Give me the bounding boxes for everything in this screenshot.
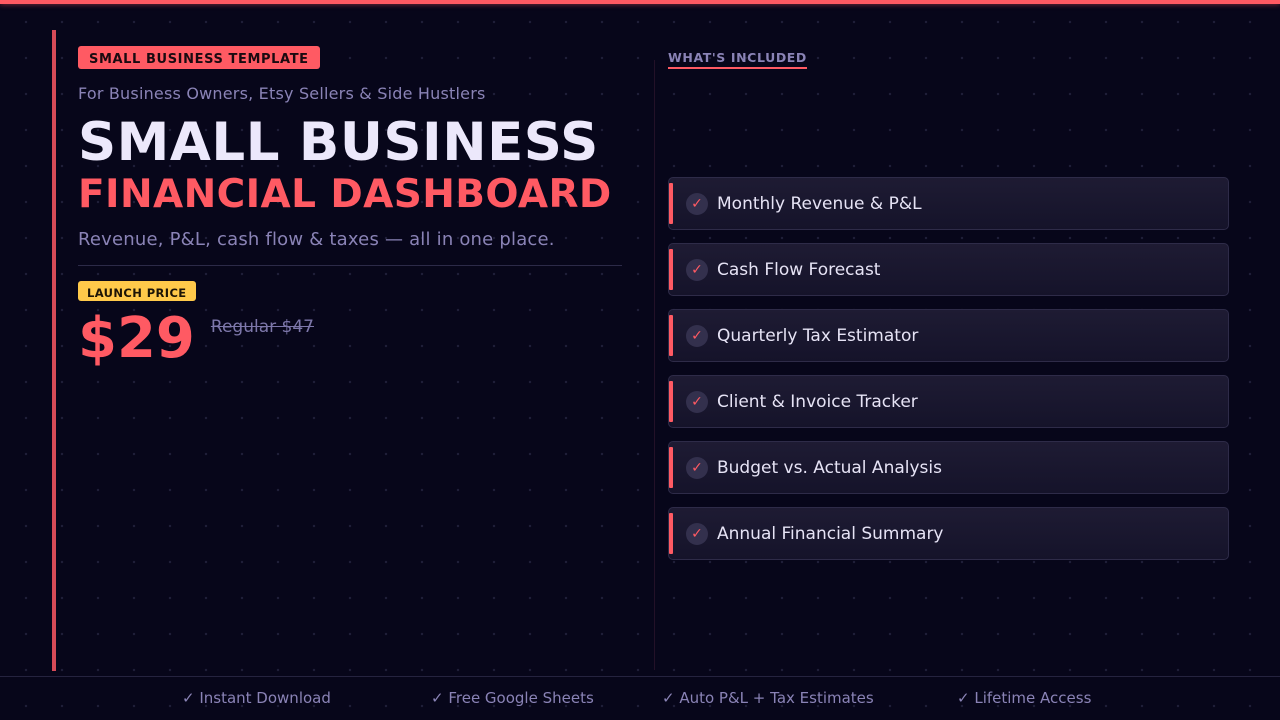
regular-price: Regular $47 bbox=[210, 317, 314, 337]
check-icon: ✓ bbox=[686, 325, 708, 347]
check-icon: ✓ bbox=[686, 193, 708, 215]
feature-list: ✓ Monthly Revenue & P&L ✓ Cash Flow Fore… bbox=[668, 177, 1229, 573]
whats-included-label: WHAT'S INCLUDED bbox=[668, 50, 807, 69]
feature-label: Budget vs. Actual Analysis bbox=[717, 458, 942, 478]
feature-accent-bar bbox=[669, 183, 673, 224]
feature-label: Cash Flow Forecast bbox=[717, 260, 881, 280]
feature-item: ✓ Quarterly Tax Estimator bbox=[668, 309, 1229, 362]
feature-accent-bar bbox=[669, 447, 673, 488]
feature-accent-bar bbox=[669, 315, 673, 356]
feature-item: ✓ Cash Flow Forecast bbox=[668, 243, 1229, 296]
left-accent-bar bbox=[52, 30, 56, 671]
footer-item-lifetime-access: ✓ Lifetime Access bbox=[957, 689, 1092, 707]
footer-bar: ✓ Instant Download ✓ Free Google Sheets … bbox=[0, 676, 1280, 720]
divider bbox=[78, 265, 622, 266]
top-accent-bar bbox=[0, 0, 1280, 4]
tagline: Revenue, P&L, cash flow & taxes — all in… bbox=[78, 229, 555, 250]
template-badge: SMALL BUSINESS TEMPLATE bbox=[78, 46, 320, 69]
footer-item-google-sheets: ✓ Free Google Sheets bbox=[431, 689, 594, 707]
price: $29 bbox=[78, 306, 195, 371]
check-icon: ✓ bbox=[686, 391, 708, 413]
footer-item-auto-pl: ✓ Auto P&L + Tax Estimates bbox=[662, 689, 874, 707]
feature-accent-bar bbox=[669, 381, 673, 422]
price-row: $29 Regular $47 bbox=[78, 307, 622, 371]
feature-label: Annual Financial Summary bbox=[717, 524, 944, 544]
feature-accent-bar bbox=[669, 249, 673, 290]
feature-item: ✓ Budget vs. Actual Analysis bbox=[668, 441, 1229, 494]
feature-item: ✓ Monthly Revenue & P&L bbox=[668, 177, 1229, 230]
column-divider bbox=[654, 60, 655, 670]
feature-item: ✓ Client & Invoice Tracker bbox=[668, 375, 1229, 428]
feature-label: Client & Invoice Tracker bbox=[717, 392, 918, 412]
hero-section: SMALL BUSINESS TEMPLATE For Business Own… bbox=[78, 46, 622, 371]
feature-item: ✓ Annual Financial Summary bbox=[668, 507, 1229, 560]
title-line-1: SMALL BUSINESS bbox=[78, 112, 599, 173]
feature-label: Monthly Revenue & P&L bbox=[717, 194, 922, 214]
audience-text: For Business Owners, Etsy Sellers & Side… bbox=[78, 84, 486, 103]
check-icon: ✓ bbox=[686, 523, 708, 545]
check-icon: ✓ bbox=[686, 457, 708, 479]
footer-item-instant-download: ✓ Instant Download bbox=[182, 689, 331, 707]
feature-accent-bar bbox=[669, 513, 673, 554]
check-icon: ✓ bbox=[686, 259, 708, 281]
feature-label: Quarterly Tax Estimator bbox=[717, 326, 919, 346]
title-line-2: FINANCIAL DASHBOARD bbox=[78, 172, 612, 217]
launch-price-badge: LAUNCH PRICE bbox=[78, 281, 196, 301]
